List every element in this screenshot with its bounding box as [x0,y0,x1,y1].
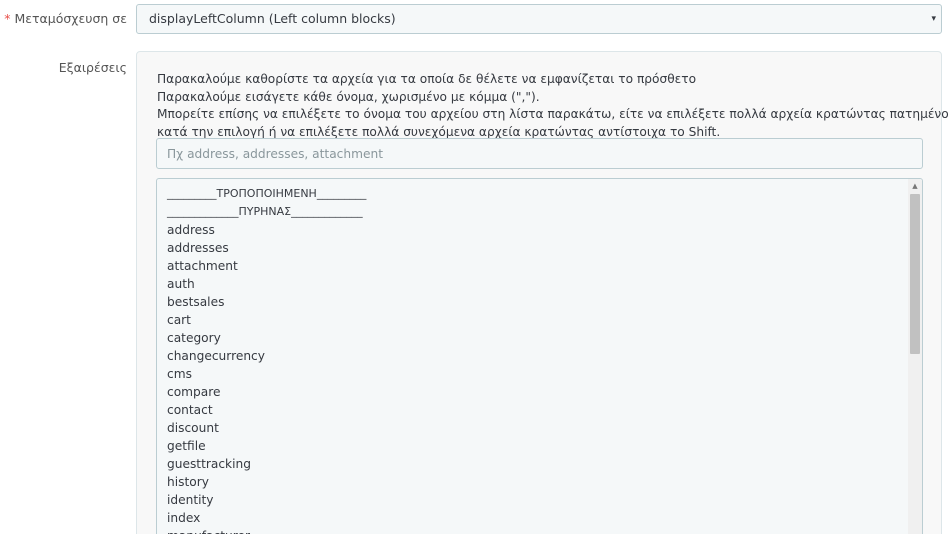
list-item[interactable]: guesttracking [167,455,922,473]
list-item[interactable]: discount [167,419,922,437]
list-group-header-custom[interactable]: _________ΤΡΟΠΟΠΟΙΗΜΕΝΗ_________ [167,185,922,203]
list-item[interactable]: bestsales [167,293,922,311]
exceptions-label: Εξαιρέσεις [58,60,127,75]
required-mark: * [4,11,11,26]
list-item[interactable]: addresses [167,239,922,257]
scrollbar[interactable]: ▲ [908,179,922,534]
list-item[interactable]: compare [167,383,922,401]
list-item[interactable]: identity [167,491,922,509]
module-transplant-form: * Μεταμόσχευση σε displayLeftColumn (Left… [0,0,952,534]
scroll-up-arrow-icon[interactable]: ▲ [908,179,922,193]
exceptions-help-text: Παρακαλούμε καθορίστε τα αρχεία για τα ο… [157,71,952,141]
list-item[interactable]: cart [167,311,922,329]
help-line: Παρακαλούμε καθορίστε τα αρχεία για τα ο… [157,72,697,86]
transplant-label: * Μεταμόσχευση σε [4,11,127,26]
list-item[interactable]: cms [167,365,922,383]
hook-select[interactable]: displayLeftColumn (Left column blocks) ▾ [136,4,942,34]
list-item[interactable]: address [167,221,922,239]
list-item[interactable]: changecurrency [167,347,922,365]
file-list: _________ΤΡΟΠΟΠΟΙΗΜΕΝΗ_________ ________… [157,179,922,534]
chevron-down-icon: ▾ [931,14,936,24]
scrollbar-thumb[interactable] [910,194,920,354]
list-item[interactable]: contact [167,401,922,419]
list-item[interactable]: index [167,509,922,527]
list-item[interactable]: getfile [167,437,922,455]
exceptions-panel: Παρακαλούμε καθορίστε τα αρχεία για τα ο… [136,51,952,534]
hook-select-value: displayLeftColumn (Left column blocks) [149,11,396,26]
list-item[interactable]: category [167,329,922,347]
transplant-label-text: Μεταμόσχευση σε [14,11,127,26]
help-line: Μπορείτε επίσης να επιλέξετε το όνομα το… [157,107,952,121]
list-group-header-core[interactable]: _____________ΠΥΡΗΝΑΣ_____________ [167,203,922,221]
list-item[interactable]: attachment [167,257,922,275]
list-item[interactable]: auth [167,275,922,293]
help-line: Παρακαλούμε εισάγετε κάθε όνομα, χωρισμέ… [157,89,540,104]
list-item[interactable]: history [167,473,922,491]
exceptions-input[interactable] [156,138,923,169]
exceptions-file-list[interactable]: _________ΤΡΟΠΟΠΟΙΗΜΕΝΗ_________ ________… [156,178,923,534]
list-item[interactable]: manufacturer [167,527,922,534]
